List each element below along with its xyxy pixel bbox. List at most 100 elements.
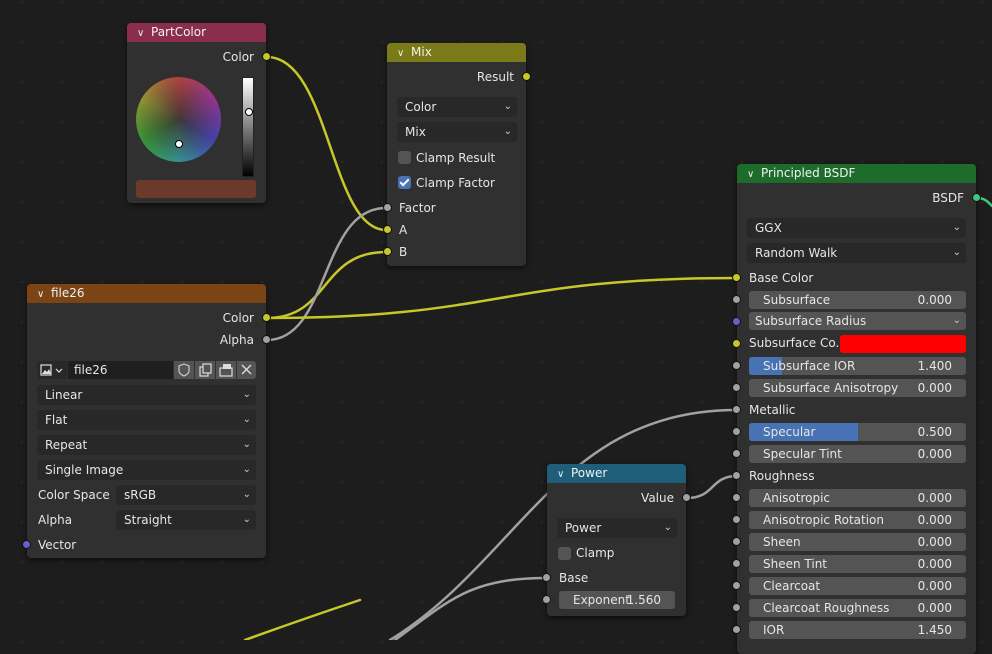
metallic-socket[interactable] — [732, 405, 741, 414]
specular-tint-field[interactable]: Specular Tint 0.000 — [749, 445, 966, 463]
power-clamp-checkbox[interactable] — [558, 547, 571, 560]
chevron-down-icon[interactable]: ∨ — [37, 285, 51, 304]
ior-socket[interactable] — [732, 625, 741, 634]
power-header[interactable]: ∨ Power — [547, 464, 686, 483]
projection-dropdown[interactable]: Flat ⌄ — [37, 410, 256, 430]
chevron-down-icon[interactable]: ∨ — [137, 24, 151, 43]
subsurface-anisotropy-field[interactable]: Subsurface Anisotropy 0.000 — [749, 379, 966, 397]
subsurface-color-socket[interactable] — [732, 339, 741, 348]
specular-tint-socket[interactable] — [732, 449, 741, 458]
anisotropic-socket[interactable] — [732, 493, 741, 502]
subsurface-radius-dropdown[interactable]: Subsurface Radius ⌄ — [749, 312, 966, 330]
fake-user-button[interactable] — [174, 361, 194, 379]
math-operation-value: Power — [565, 521, 602, 535]
extension-value: Repeat — [45, 438, 88, 452]
specular-socket[interactable] — [732, 427, 741, 436]
mix-in-factor-socket[interactable] — [383, 203, 392, 212]
partcolor-out-color-socket[interactable] — [262, 52, 271, 61]
bsdf-header[interactable]: ∨ Principled BSDF — [737, 164, 976, 183]
extension-dropdown[interactable]: Repeat ⌄ — [37, 435, 256, 455]
image-name-field[interactable]: file26 — [68, 361, 173, 379]
value-slider[interactable] — [242, 77, 254, 177]
mix-header[interactable]: ∨ Mix — [387, 43, 526, 62]
clearcoat-field[interactable]: Clearcoat 0.000 — [749, 577, 966, 595]
image-texture-node[interactable]: ∨ file26 Color Alpha file26 Linear ⌄ Flat ⌄… — [27, 284, 266, 558]
clamp-factor-label: Clamp Factor — [416, 176, 495, 190]
interpolation-dropdown[interactable]: Linear ⌄ — [37, 385, 256, 405]
subsurface-radius-socket[interactable] — [732, 317, 741, 326]
image-name-value: file26 — [74, 363, 108, 377]
duplicate-image-button[interactable] — [195, 361, 215, 379]
subsurface-field[interactable]: Subsurface 0.000 — [749, 291, 966, 309]
ior-field[interactable]: IOR 1.450 — [749, 621, 966, 639]
distribution-dropdown[interactable]: GGX ⌄ — [747, 218, 966, 238]
clamp-result-checkbox[interactable] — [398, 151, 411, 164]
math-operation-dropdown[interactable]: Power ⌄ — [557, 518, 677, 538]
partcolor-node[interactable]: ∨ PartColor Color — [127, 23, 266, 203]
value-slider-handle[interactable] — [245, 108, 253, 116]
chevron-down-icon[interactable]: ∨ — [747, 165, 761, 184]
exponent-field[interactable]: Exponent 1.560 — [559, 591, 675, 609]
anisotropic-value: 0.000 — [917, 491, 952, 505]
color-space-label: Color Space — [38, 488, 110, 502]
base-color-socket[interactable] — [732, 273, 741, 282]
sheen-tint-value: 0.000 — [917, 557, 952, 571]
ior-label: IOR — [763, 623, 785, 637]
anisotropic-field[interactable]: Anisotropic 0.000 — [749, 489, 966, 507]
power-in-base-socket[interactable] — [542, 573, 551, 582]
unlink-image-button[interactable] — [237, 361, 256, 379]
bsdf-out-socket[interactable] — [972, 193, 981, 202]
chevron-down-icon: ⌄ — [242, 439, 251, 450]
image-icon — [40, 364, 63, 376]
chevron-down-icon[interactable]: ∨ — [397, 44, 411, 63]
power-out-value-socket[interactable] — [682, 493, 691, 502]
color-swatch[interactable] — [136, 180, 256, 198]
color-space-dropdown[interactable]: sRGB ⌄ — [116, 485, 256, 505]
subsurface-anisotropy-socket[interactable] — [732, 383, 741, 392]
color-wheel[interactable] — [136, 77, 221, 162]
subsurface-anisotropy-label: Subsurface Anisotropy — [763, 381, 899, 395]
mix-in-b-socket[interactable] — [383, 247, 392, 256]
mix-node[interactable]: ∨ Mix Result Color ⌄ Mix ⌄ Clamp Result Cla… — [387, 43, 526, 266]
subsurface-socket[interactable] — [732, 295, 741, 304]
roughness-socket[interactable] — [732, 471, 741, 480]
clamp-factor-checkbox[interactable] — [398, 176, 411, 189]
power-clamp-label: Clamp — [576, 546, 615, 560]
image-browse-button[interactable] — [37, 361, 67, 379]
sheen-socket[interactable] — [732, 537, 741, 546]
principled-bsdf-node[interactable]: ∨ Principled BSDF BSDF GGX ⌄ Random Walk ⌄ … — [737, 164, 976, 654]
mix-data-type-dropdown[interactable]: Color ⌄ — [397, 97, 517, 117]
image-texture-header[interactable]: ∨ file26 — [27, 284, 266, 303]
mix-in-a-socket[interactable] — [383, 225, 392, 234]
subsurface-label: Subsurface — [763, 293, 831, 307]
color-wheel-cursor[interactable] — [175, 140, 183, 148]
image-in-vector-socket[interactable] — [22, 540, 31, 549]
source-dropdown[interactable]: Single Image ⌄ — [37, 460, 256, 480]
power-node[interactable]: ∨ Power Value Power ⌄ Clamp Base Exponent … — [547, 464, 686, 616]
anisotropic-rotation-field[interactable]: Anisotropic Rotation 0.000 — [749, 511, 966, 529]
partcolor-header[interactable]: ∨ PartColor — [127, 23, 266, 42]
mix-blend-mode-dropdown[interactable]: Mix ⌄ — [397, 122, 517, 142]
distribution-value: GGX — [755, 221, 782, 235]
clearcoat-roughness-field[interactable]: Clearcoat Roughness 0.000 — [749, 599, 966, 617]
image-out-color-socket[interactable] — [262, 313, 271, 322]
sheen-tint-field[interactable]: Sheen Tint 0.000 — [749, 555, 966, 573]
anisotropic-rotation-socket[interactable] — [732, 515, 741, 524]
subsurface-ior-socket[interactable] — [732, 361, 741, 370]
power-in-exponent-socket[interactable] — [542, 595, 551, 604]
specular-field[interactable]: Specular 0.500 — [749, 423, 966, 441]
sheen-field[interactable]: Sheen 0.000 — [749, 533, 966, 551]
open-image-button[interactable] — [216, 361, 236, 379]
alpha-mode-dropdown[interactable]: Straight ⌄ — [116, 510, 256, 530]
subsurface-color-swatch[interactable] — [840, 335, 966, 353]
clearcoat-socket[interactable] — [732, 581, 741, 590]
subsurface-ior-field[interactable]: Subsurface IOR 1.400 — [749, 357, 966, 375]
specular-tint-value: 0.000 — [917, 447, 952, 461]
chevron-down-icon[interactable]: ∨ — [557, 465, 571, 484]
clearcoat-roughness-socket[interactable] — [732, 603, 741, 612]
sheen-tint-socket[interactable] — [732, 559, 741, 568]
mix-in-a-label: A — [399, 223, 408, 237]
mix-out-result-socket[interactable] — [522, 72, 531, 81]
image-out-alpha-socket[interactable] — [262, 335, 271, 344]
subsurface-method-dropdown[interactable]: Random Walk ⌄ — [747, 243, 966, 263]
